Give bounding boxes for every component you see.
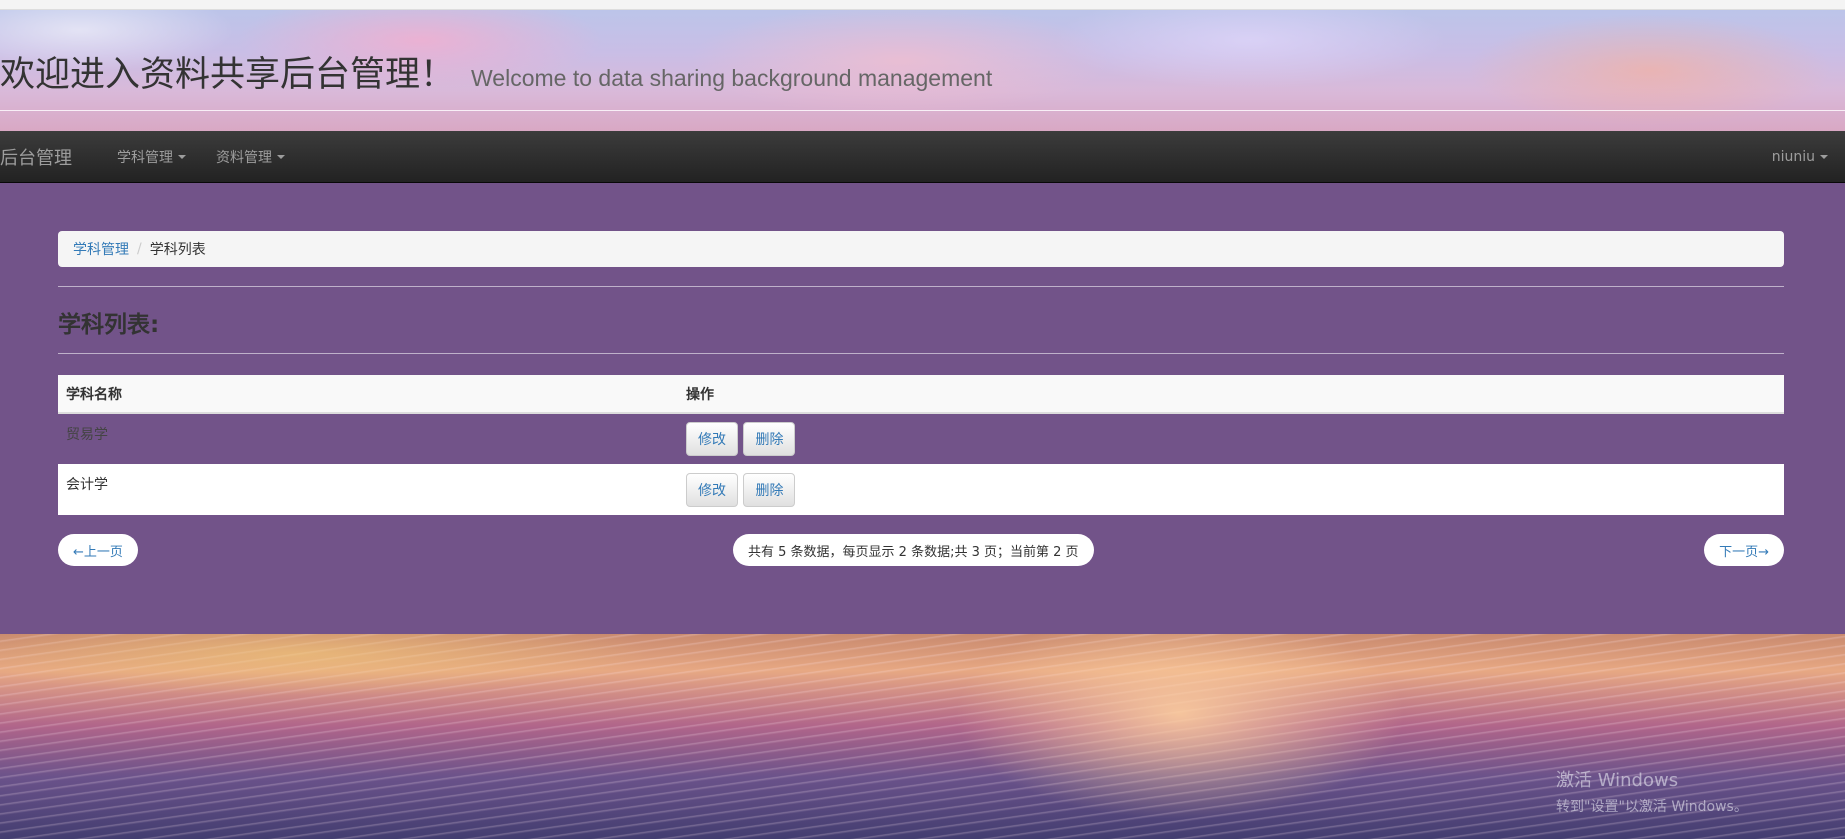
site-title-cn: 欢迎进入资料共享后台管理！ <box>0 55 456 95</box>
nav-item-subject-management[interactable]: 学科管理 <box>102 147 201 167</box>
edit-button[interactable]: 修改 <box>686 422 738 456</box>
caret-down-icon <box>1820 154 1828 159</box>
breadcrumb-separator: / <box>137 241 142 257</box>
table-row: 贸易学 修改 删除 <box>58 413 1784 464</box>
actions-cell: 修改 删除 <box>678 464 1784 515</box>
breadcrumb-link-subject-management[interactable]: 学科管理 <box>73 239 129 259</box>
edit-button[interactable]: 修改 <box>686 472 738 507</box>
nav-item-label: 学科管理 <box>117 149 173 166</box>
watermark-line-2: 转到"设置"以激活 Windows。 <box>1556 799 1748 815</box>
nav-item-label: 资料管理 <box>216 149 272 166</box>
pagination-info: 共有 5 条数据，每页显示 2 条数据;共 3 页；当前第 2 页 <box>733 534 1094 566</box>
main-panel: 学科管理 / 学科列表 学科列表: 学科名称 操作 贸易学 修改 删除 会计学 <box>0 183 1845 634</box>
column-header-actions: 操作 <box>678 375 1784 414</box>
user-menu[interactable]: niuniu <box>1757 149 1845 165</box>
nav-item-material-management[interactable]: 资料管理 <box>201 147 300 167</box>
subject-name-cell: 贸易学 <box>66 427 108 443</box>
watermark-line-1: 激活 Windows <box>1556 770 1679 791</box>
windows-activation-watermark: 激活 Windows 转到"设置"以激活 Windows。 <box>1556 766 1748 816</box>
header-divider <box>0 110 1845 111</box>
subject-table: 学科名称 操作 贸易学 修改 删除 会计学 修改 删除 <box>58 375 1784 515</box>
pagination: ←上一页 共有 5 条数据，每页显示 2 条数据;共 3 页；当前第 2 页 下… <box>58 534 1784 566</box>
top-navbar: 后台管理 学科管理 资料管理 niuniu <box>0 131 1845 183</box>
site-title-en: Welcome to data sharing background manag… <box>471 65 993 91</box>
table-row: 会计学 修改 删除 <box>58 464 1784 515</box>
user-name: niuniu <box>1771 148 1815 165</box>
next-page-button[interactable]: 下一页→ <box>1704 534 1784 566</box>
browser-top-strip <box>0 0 1845 10</box>
delete-button[interactable]: 删除 <box>743 422 796 456</box>
breadcrumb-current: 学科列表 <box>149 242 206 258</box>
site-header: 欢迎进入资料共享后台管理！ Welcome to data sharing ba… <box>0 46 992 97</box>
actions-cell: 修改 删除 <box>678 413 1784 464</box>
prev-page-button[interactable]: ←上一页 <box>58 534 138 566</box>
page-title: 学科列表: <box>58 312 160 338</box>
divider <box>58 286 1784 287</box>
column-header-subject-name: 学科名称 <box>58 375 678 414</box>
subject-name-cell: 会计学 <box>58 464 678 515</box>
table-header-row: 学科名称 操作 <box>58 375 1784 414</box>
caret-down-icon <box>277 154 285 159</box>
caret-down-icon <box>178 154 186 159</box>
delete-button[interactable]: 删除 <box>743 472 796 507</box>
navbar-brand[interactable]: 后台管理 <box>0 144 102 170</box>
breadcrumb: 学科管理 / 学科列表 <box>58 231 1784 267</box>
divider <box>58 353 1784 354</box>
